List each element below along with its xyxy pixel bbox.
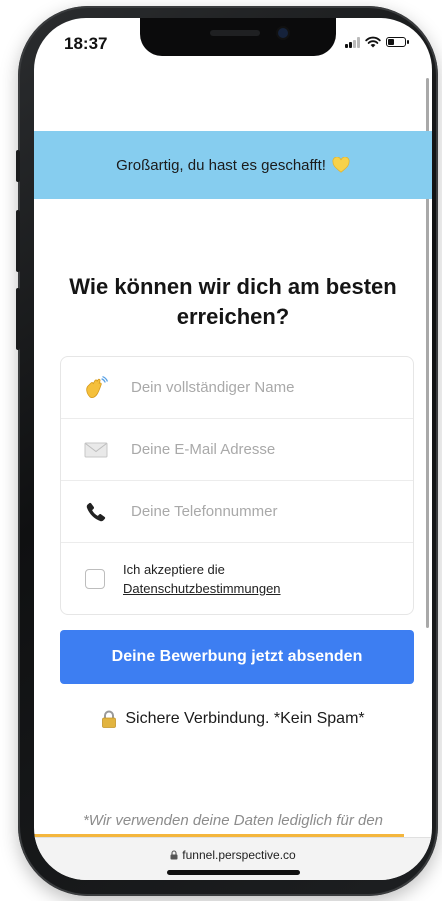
url-lock-icon [170,850,178,860]
notch [140,18,336,56]
front-camera [278,28,288,38]
phone-screen: 18:37 Großartig, du hast es geschafft! W… [34,18,432,880]
envelope-icon [83,437,109,463]
phone-input[interactable] [129,502,383,521]
wifi-icon [365,36,381,48]
side-button-volume-down [16,288,20,350]
phone-icon [83,499,109,525]
battery-icon [386,37,409,47]
status-time: 18:37 [64,34,108,53]
secure-connection-text: Sichere Verbindung. *Kein Spam* [125,710,365,727]
contact-form: Ich akzeptiere die Datenschutzbestimmung… [60,356,414,615]
lock-icon [102,710,117,728]
status-icons [345,36,409,48]
success-banner: Großartig, du hast es geschafft! [34,131,432,199]
yellow-heart-icon [332,157,350,173]
side-button-volume-up [16,210,20,272]
battery-level [388,39,394,45]
name-field-row [61,357,413,419]
waving-hand-icon [83,375,109,401]
privacy-policy-link[interactable]: Datenschutzbestimmungen [123,579,281,598]
stage: 18:37 Großartig, du hast es geschafft! W… [0,0,442,901]
url-text: funnel.perspective.co [182,848,296,862]
banner-text: Großartig, du hast es geschafft! [116,156,326,174]
consent-label: Ich akzeptiere die [123,562,225,577]
data-usage-footnote: *Wir verwenden deine Daten lediglich für… [82,812,384,829]
side-button-silent [16,150,20,182]
name-input[interactable] [129,378,383,397]
consent-checkbox[interactable] [85,569,105,589]
email-field-row [61,419,413,481]
speaker-grille [210,30,260,36]
secure-connection-note: Sichere Verbindung. *Kein Spam* [34,710,432,728]
email-input[interactable] [129,440,383,459]
url-display[interactable]: funnel.perspective.co [34,848,432,862]
signal-icon [345,36,360,48]
home-indicator[interactable] [167,870,300,875]
browser-url-bar[interactable]: funnel.perspective.co [34,837,432,880]
submit-application-button[interactable]: Deine Bewerbung jetzt absenden [60,630,414,684]
consent-row: Ich akzeptiere die Datenschutzbestimmung… [61,543,413,615]
phone-field-row [61,481,413,543]
consent-text-block: Ich akzeptiere die Datenschutzbestimmung… [123,560,281,598]
page-title: Wie können wir dich am besten erreichen? [69,274,397,329]
